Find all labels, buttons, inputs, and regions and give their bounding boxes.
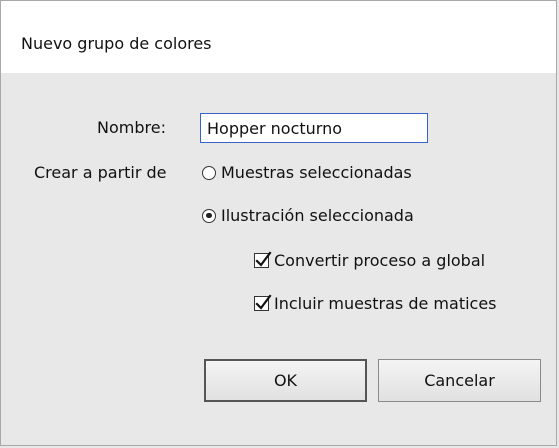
dialog-titlebar: Nuevo grupo de colores xyxy=(1,1,556,73)
radio-button-icon[interactable] xyxy=(202,165,216,180)
checkbox-convert-process-global-label: Convertir proceso a global xyxy=(274,251,486,270)
radio-selected-artwork[interactable]: Ilustración seleccionada xyxy=(202,206,414,225)
checkbox-include-tints[interactable]: Incluir muestras de matices xyxy=(254,294,497,313)
checkbox-checked-icon[interactable] xyxy=(254,251,272,268)
radio-selected-artwork-label: Ilustración seleccionada xyxy=(221,206,414,225)
create-from-label: Crear a partir de xyxy=(34,163,167,182)
new-color-group-dialog: Nuevo grupo de colores Nombre: Crear a p… xyxy=(0,0,557,446)
checkmark-icon xyxy=(255,251,272,267)
checkbox-include-tints-label: Incluir muestras de matices xyxy=(274,294,497,313)
checkbox-convert-process-global[interactable]: Convertir proceso a global xyxy=(254,251,485,270)
dialog-title: Nuevo grupo de colores xyxy=(21,34,212,53)
name-input[interactable] xyxy=(200,113,428,143)
ok-button[interactable]: OK xyxy=(204,359,367,402)
cancel-button[interactable]: Cancelar xyxy=(378,359,541,402)
checkbox-checked-icon[interactable] xyxy=(254,294,272,311)
radio-button-checked-icon[interactable] xyxy=(202,208,216,223)
name-label: Nombre: xyxy=(97,118,166,137)
radio-selected-swatches-label: Muestras seleccionadas xyxy=(221,163,412,182)
radio-selected-swatches[interactable]: Muestras seleccionadas xyxy=(202,163,412,182)
checkmark-icon xyxy=(255,294,272,310)
